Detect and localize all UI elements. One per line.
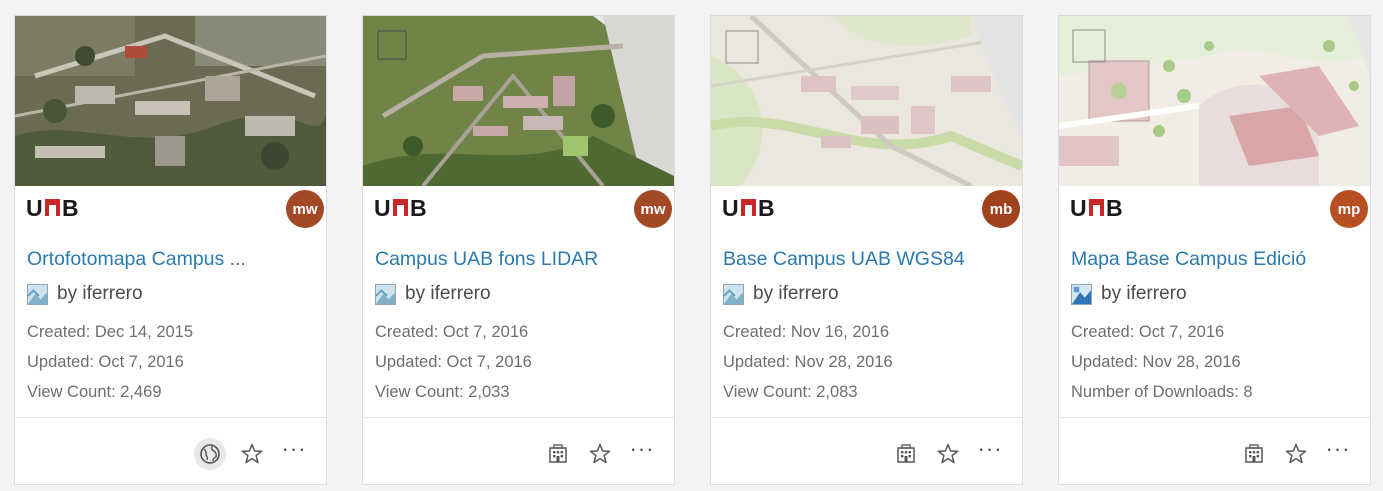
map-service-icon: [723, 283, 744, 305]
svg-text:B: B: [758, 196, 775, 218]
item-owner[interactable]: by iferrero: [57, 283, 143, 305]
star-icon[interactable]: [1280, 438, 1312, 470]
updated-date: Updated: Nov 28, 2016: [1071, 353, 1241, 371]
item-thumbnail[interactable]: [711, 16, 1022, 186]
card-divider: [15, 417, 326, 418]
more-options-icon[interactable]: ···: [278, 438, 310, 470]
card-divider: [1059, 417, 1370, 418]
map-service-icon: [27, 283, 48, 305]
map-service-icon: [375, 283, 396, 305]
item-owner[interactable]: by iferrero: [753, 283, 839, 305]
uab-logo: U B: [374, 196, 444, 218]
globe-icon[interactable]: [194, 438, 226, 470]
item-title[interactable]: Campus UAB fons LIDAR: [375, 248, 665, 271]
owner-avatar[interactable]: mp: [1330, 190, 1368, 228]
item-thumbnail[interactable]: [1059, 16, 1370, 186]
updated-date: Updated: Oct 7, 2016: [375, 353, 532, 371]
view-count: View Count: 2,083: [723, 383, 858, 401]
item-card[interactable]: U B mb Base Campus UAB WGS84 by iferrero…: [710, 15, 1023, 485]
item-owner[interactable]: by iferrero: [1101, 283, 1187, 305]
lidar-thumbnail-image: [363, 16, 674, 186]
basemap-thumbnail-image: [711, 16, 1022, 186]
owner-avatar[interactable]: mw: [286, 190, 324, 228]
item-card[interactable]: U B mw Campus UAB fons LIDAR by iferrero…: [362, 15, 675, 485]
svg-text:B: B: [62, 196, 79, 218]
satellite-thumbnail-image: [15, 16, 326, 186]
item-title[interactable]: Mapa Base Campus Edició: [1071, 248, 1361, 271]
created-date: Created: Oct 7, 2016: [375, 323, 529, 341]
more-options-icon[interactable]: ···: [974, 438, 1006, 470]
item-thumbnail[interactable]: [15, 16, 326, 186]
card-divider: [711, 417, 1022, 418]
svg-text:B: B: [1106, 196, 1123, 218]
more-options-icon[interactable]: ···: [1322, 438, 1354, 470]
detailed-basemap-thumbnail-image: [1059, 16, 1370, 186]
view-count: View Count: 2,469: [27, 383, 162, 401]
created-date: Created: Nov 16, 2016: [723, 323, 890, 341]
organization-icon[interactable]: [1238, 438, 1270, 470]
more-options-icon[interactable]: ···: [626, 438, 658, 470]
card-divider: [363, 417, 674, 418]
star-icon[interactable]: [932, 438, 964, 470]
item-card[interactable]: U B mp Mapa Base Campus Edició by iferre…: [1058, 15, 1371, 485]
owner-avatar[interactable]: mb: [982, 190, 1020, 228]
item-thumbnail[interactable]: [363, 16, 674, 186]
vector-tile-package-icon: [1071, 283, 1092, 305]
item-title[interactable]: Ortofotomapa Campus ...: [27, 248, 317, 271]
uab-logo: U B: [722, 196, 792, 218]
uab-logo: U B: [26, 196, 96, 218]
item-owner[interactable]: by iferrero: [405, 283, 491, 305]
star-icon[interactable]: [584, 438, 616, 470]
updated-date: Updated: Oct 7, 2016: [27, 353, 184, 371]
created-date: Created: Oct 7, 2016: [1071, 323, 1225, 341]
created-date: Created: Dec 14, 2015: [27, 323, 194, 341]
item-card[interactable]: U B mw Ortofotomapa Campus ... by iferre…: [14, 15, 327, 485]
uab-logo: U B: [1070, 196, 1140, 218]
updated-date: Updated: Nov 28, 2016: [723, 353, 893, 371]
svg-text:U: U: [1070, 196, 1087, 218]
owner-avatar[interactable]: mw: [634, 190, 672, 228]
download-count: Number of Downloads: 8: [1071, 383, 1253, 401]
svg-text:U: U: [722, 196, 739, 218]
item-title[interactable]: Base Campus UAB WGS84: [723, 248, 1013, 271]
svg-text:U: U: [374, 196, 391, 218]
view-count: View Count: 2,033: [375, 383, 510, 401]
organization-icon[interactable]: [890, 438, 922, 470]
svg-text:U: U: [26, 196, 43, 218]
svg-text:B: B: [410, 196, 427, 218]
star-icon[interactable]: [236, 438, 268, 470]
organization-icon[interactable]: [542, 438, 574, 470]
